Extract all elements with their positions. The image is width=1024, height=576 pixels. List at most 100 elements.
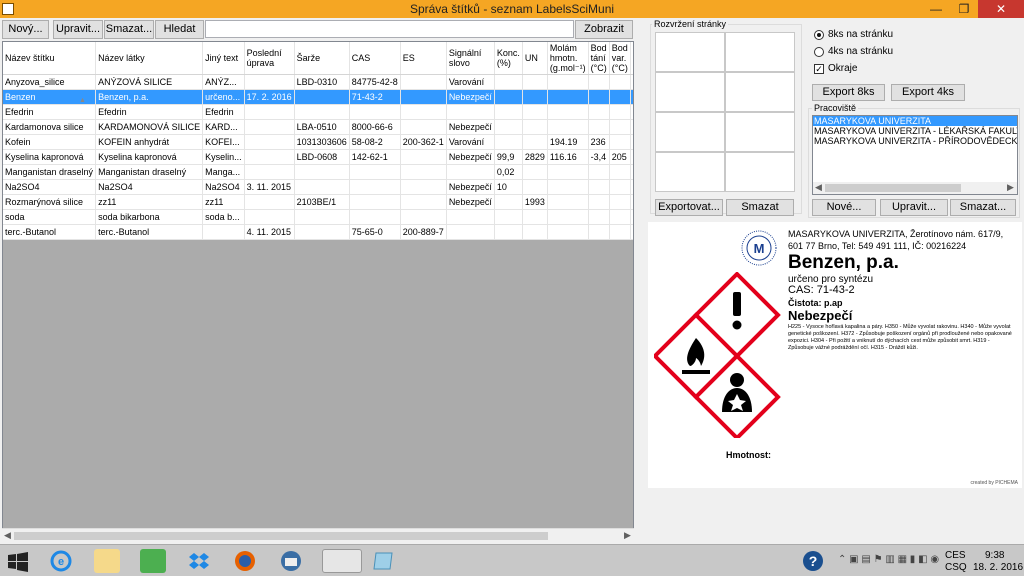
table-cell[interactable] [609, 74, 631, 90]
scroll-right-icon[interactable]: ▶ [1007, 182, 1014, 193]
table-cell[interactable]: Manganistan draselný [3, 164, 97, 180]
table-cell[interactable]: KARDAMONOVÁ SILICE [95, 119, 204, 135]
table-cell[interactable]: terc.-Butanol [95, 224, 204, 240]
table-cell[interactable]: Varování [446, 134, 495, 150]
table-cell[interactable] [494, 224, 523, 240]
table-cell[interactable] [349, 179, 401, 195]
table-cell[interactable]: farma [630, 134, 633, 150]
table-cell[interactable] [522, 179, 548, 195]
table-cell[interactable] [349, 104, 401, 120]
workplace-delete-button[interactable]: Smazat... [950, 199, 1016, 216]
new-label-button[interactable]: Nový... [2, 20, 49, 39]
help-icon[interactable]: ? [800, 549, 826, 573]
export-8-button[interactable]: Export 8ks [812, 84, 885, 101]
table-cell[interactable]: LBD-0608 [294, 149, 350, 165]
table-cell[interactable] [244, 164, 295, 180]
table-cell[interactable]: Efedrin [202, 104, 245, 120]
layout-slot[interactable] [655, 72, 725, 112]
column-header[interactable]: Bod var. (°C) [609, 42, 631, 75]
table-cell[interactable] [494, 134, 523, 150]
table-cell[interactable] [547, 194, 589, 210]
table-cell[interactable] [244, 194, 295, 210]
scroll-thumb[interactable] [14, 532, 548, 540]
table-row[interactable]: Kyselina kapronová Kyselina kapronová Kyse… [3, 149, 633, 165]
table-cell[interactable] [400, 179, 447, 195]
table-cell[interactable]: 116.16 [547, 149, 589, 165]
table-cell[interactable] [446, 224, 495, 240]
table-cell[interactable]: Anyzova_silice [3, 74, 97, 90]
labels-grid[interactable]: Název štítku Název látky Jiný text Poslední… [2, 41, 634, 541]
internet-explorer-icon[interactable]: e [48, 549, 74, 573]
table-cell[interactable]: KARD... [202, 119, 245, 135]
table-cell[interactable] [588, 119, 610, 135]
layout-slot[interactable] [655, 112, 725, 152]
table-cell[interactable]: KOFEI... [202, 134, 245, 150]
workplace-scrollbar[interactable]: ◀ ▶ [813, 182, 1017, 194]
table-cell[interactable] [294, 89, 350, 105]
table-cell[interactable]: Rozmarýnová silice [3, 194, 97, 210]
table-cell[interactable]: 236 [588, 134, 610, 150]
table-cell[interactable]: Nebezpečí [446, 194, 495, 210]
table-cell[interactable] [349, 164, 401, 180]
table-row[interactable]: Manganistan draselný Manganistan draselný… [3, 164, 633, 180]
thunderbird-icon[interactable] [278, 549, 304, 573]
table-cell[interactable]: Benzen, p.a. [95, 89, 204, 105]
column-header[interactable]: Čistot [630, 42, 633, 75]
table-cell[interactable]: Efedrin [3, 104, 97, 120]
column-header[interactable]: UN [522, 42, 548, 75]
table-cell[interactable] [547, 179, 589, 195]
table-cell[interactable]: 10 [494, 179, 523, 195]
table-cell[interactable]: 58-08-2 [349, 134, 401, 150]
table-cell[interactable] [630, 119, 633, 135]
column-header[interactable]: Jiný text [202, 42, 245, 75]
table-cell[interactable] [588, 179, 610, 195]
table-cell[interactable] [400, 149, 447, 165]
table-cell[interactable]: Na2SO4 [3, 179, 97, 195]
column-header[interactable]: Poslední úprava [244, 42, 295, 75]
table-cell[interactable] [630, 224, 633, 240]
delete-label-button[interactable]: Smazat... [104, 20, 154, 39]
table-cell[interactable]: Nebezpečí [446, 89, 495, 105]
table-cell[interactable]: Nebezpečí [446, 149, 495, 165]
table-cell[interactable]: -3,4 [588, 149, 610, 165]
table-cell[interactable] [494, 104, 523, 120]
table-row[interactable]: Benzen Benzen, p.a. určeno... 17. 2. 2016 71… [3, 89, 633, 105]
table-cell[interactable] [588, 209, 610, 225]
workplace-edit-button[interactable]: Upravit... [880, 199, 948, 216]
table-cell[interactable]: Kyselin... [202, 149, 245, 165]
search-input[interactable] [205, 20, 574, 38]
table-cell[interactable]: soda [3, 209, 97, 225]
table-cell[interactable]: p.a. [630, 164, 633, 180]
table-cell[interactable]: 200-889-7 [400, 224, 447, 240]
column-header[interactable]: Název štítku [3, 42, 97, 75]
workplace-item[interactable]: MASARYKOVA UNIVERZITA - LÉKAŘSKÁ FAKULTA [813, 126, 1017, 136]
table-cell[interactable]: 71-43-2 [349, 89, 401, 105]
table-cell[interactable] [494, 89, 523, 105]
table-cell[interactable] [547, 104, 589, 120]
table-cell[interactable] [547, 74, 589, 90]
keyboard-layout[interactable]: CSQ [945, 562, 967, 573]
table-cell[interactable]: 1993 [522, 194, 548, 210]
clock-time[interactable]: 9:38 [985, 550, 1004, 561]
table-cell[interactable] [609, 104, 631, 120]
scroll-left-icon[interactable]: ◀ [815, 182, 822, 193]
table-cell[interactable] [244, 74, 295, 90]
column-header[interactable]: Signální slovo [446, 42, 495, 75]
table-cell[interactable]: 3. 11. 2015 [244, 179, 295, 195]
layout-slot[interactable] [655, 32, 725, 72]
table-cell[interactable] [446, 164, 495, 180]
table-cell[interactable]: Varování [446, 74, 495, 90]
table-cell[interactable] [630, 104, 633, 120]
table-row[interactable]: Efedrin Efedrin Efedrin [3, 104, 633, 120]
radio-4-per-page[interactable] [814, 47, 824, 57]
table-cell[interactable] [400, 104, 447, 120]
table-cell[interactable]: určeno... [202, 89, 245, 105]
layout-slot[interactable] [725, 152, 795, 192]
notepad-icon[interactable] [370, 549, 396, 573]
close-button[interactable]: ✕ [978, 0, 1024, 18]
table-cell[interactable]: zz11 [95, 194, 204, 210]
table-cell[interactable]: 2103BE/1 [294, 194, 350, 210]
table-cell[interactable]: 8000-66-6 [349, 119, 401, 135]
start-windows-icon[interactable] [8, 552, 28, 572]
table-cell[interactable]: ANÝZOVÁ SILICE [95, 74, 204, 90]
